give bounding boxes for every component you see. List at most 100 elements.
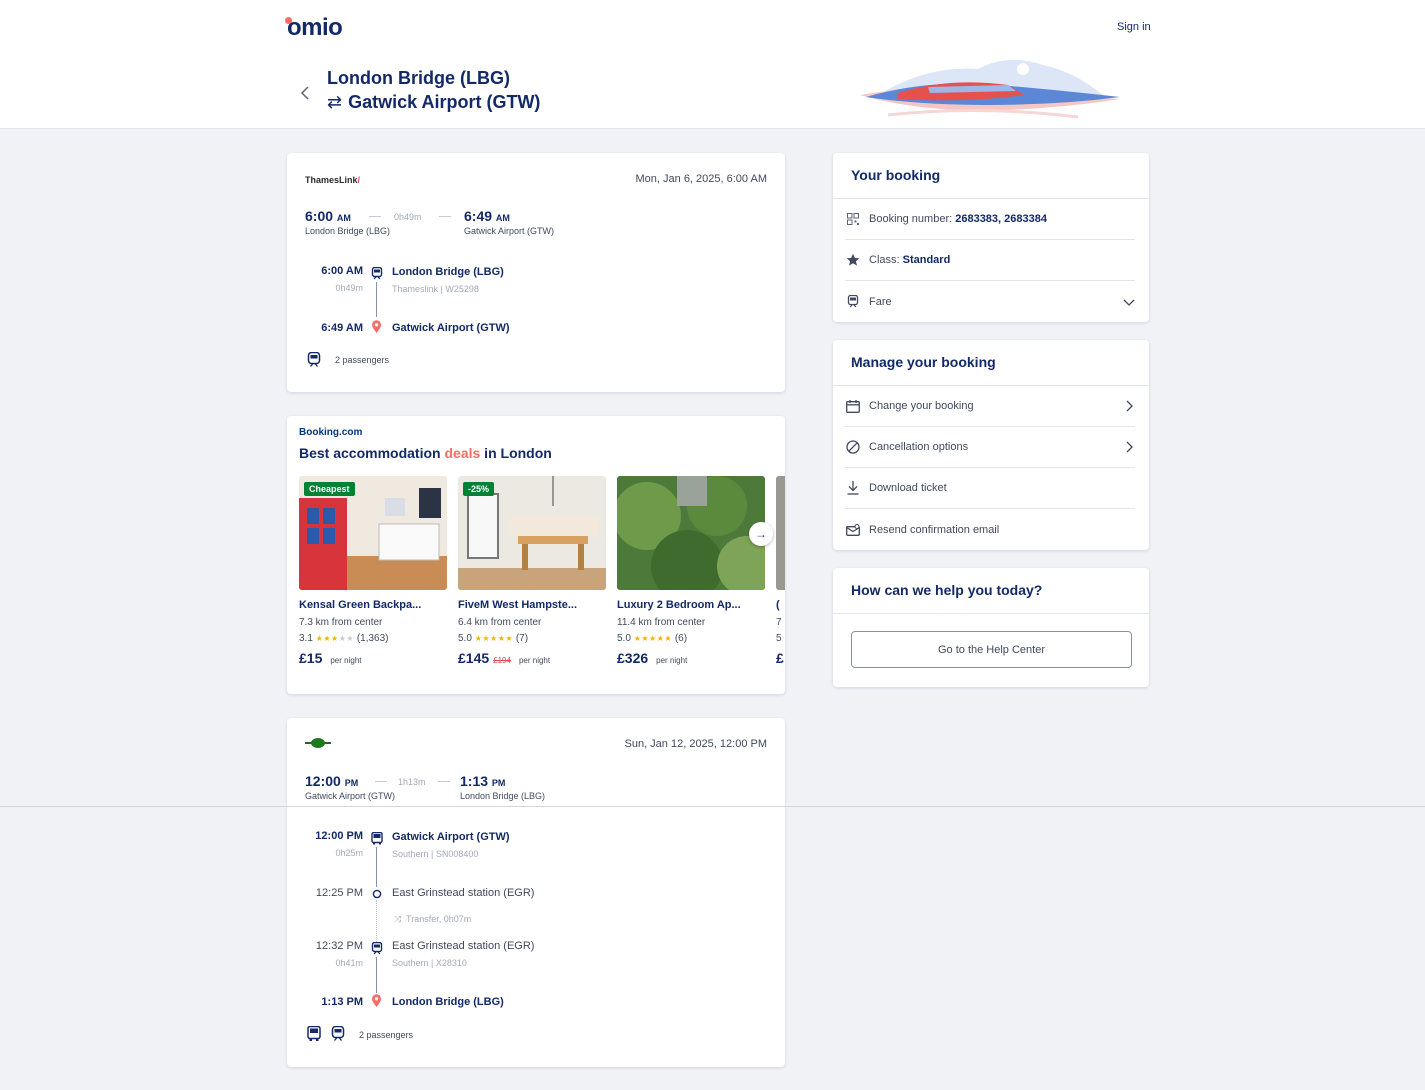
trip-date: Sun, Jan 12, 2025, 12:00 PM	[624, 738, 768, 750]
rating-stars-icon: ★★★★★	[315, 634, 355, 643]
cancellation-row[interactable]: Cancellation options	[845, 427, 1135, 468]
download-ticket-row[interactable]: Download ticket	[845, 468, 1135, 509]
leg-departure-time: 6:00 AM	[321, 265, 363, 277]
logo-dot-icon	[285, 17, 292, 24]
leg-arrival-time: 12:25 PM	[315, 887, 363, 899]
back-chevron-icon[interactable]	[300, 84, 310, 105]
carousel-next-button[interactable]: →	[749, 522, 773, 546]
chevron-right-icon	[1126, 400, 1133, 412]
price-value: £145	[458, 650, 490, 666]
timeline-line	[376, 847, 377, 887]
summary-dash	[369, 216, 381, 217]
hotel-name: Luxury 2 Bedroom Ap...	[617, 599, 741, 611]
title-deal: deals	[444, 445, 481, 461]
hotel-card[interactable]: Luxury 2 Bedroom Ap... 11.4 km from cent…	[617, 476, 765, 666]
route-destination: ⇄ Gatwick Airport (GTW)	[327, 92, 540, 113]
leg-duration: 0h49m	[335, 283, 363, 293]
departure-time: 12:00 PM	[305, 773, 358, 789]
hotel-distance: 11.4 km from center	[617, 617, 706, 628]
original-price: £194	[493, 656, 511, 665]
price-per-night: per night	[518, 656, 551, 665]
fare-row[interactable]: Fare	[845, 281, 1135, 322]
class-label: Class:	[869, 254, 903, 266]
leg-departure-time: 12:00 PM	[315, 830, 363, 842]
southern-logo	[305, 738, 331, 748]
passenger-count: 2 passengers	[359, 1030, 414, 1040]
train-icon	[845, 294, 861, 310]
trip-duration: 0h49m	[394, 212, 422, 222]
your-booking-card: Your booking Booking number: 2683383, 26…	[833, 153, 1149, 322]
leg-departure-time: 12:32 PM	[315, 940, 363, 952]
timeline-line	[376, 957, 377, 993]
fare-label: Fare	[869, 295, 892, 308]
resend-email-label: Resend confirmation email	[869, 523, 1000, 536]
chevron-down-icon[interactable]	[1123, 296, 1135, 308]
swap-arrows-icon: ⇄	[327, 92, 343, 112]
resend-email-row[interactable]: Resend confirmation email	[845, 509, 1135, 550]
cancellation-label: Cancellation options	[869, 441, 969, 453]
download-icon	[845, 480, 861, 496]
arrow-right-icon: →	[755, 527, 767, 541]
leg-arrival-station: Gatwick Airport (GTW)	[392, 322, 510, 334]
shuffle-icon: ⤨	[394, 914, 402, 924]
hotel-image	[776, 476, 785, 590]
star-icon	[845, 252, 861, 268]
trip-duration: 1h13m	[398, 777, 426, 787]
booking-number-label: Booking number:	[869, 213, 956, 225]
departure-ampm: AM	[336, 213, 351, 223]
arrival-station: London Bridge (LBG)	[460, 791, 546, 801]
arrival-ampm: PM	[491, 778, 506, 788]
arrival-time-value: 6:49	[464, 208, 493, 224]
calendar-icon	[845, 398, 861, 414]
change-booking-label: Change your booking	[869, 400, 974, 412]
leg-duration: 0h41m	[335, 958, 363, 968]
train-icon	[371, 942, 383, 955]
train-illustration	[860, 59, 1120, 119]
stop-circle-icon	[372, 889, 382, 899]
transfer-text: Transfer, 0h07m	[406, 914, 472, 924]
arrival-time-value: 1:13	[460, 773, 489, 789]
train-icon	[331, 1026, 345, 1041]
review-count: (1,363)	[356, 633, 389, 644]
hotel-distance: 6.4 km from center	[458, 617, 542, 628]
booking-com-logo: Booking.com	[299, 427, 363, 438]
download-ticket-label: Download ticket	[869, 482, 947, 494]
help-center-button[interactable]: Go to the Help Center	[851, 631, 1132, 668]
hotel-rating: 5.0 ★★★★★ (7)	[458, 633, 606, 644]
thameslink-logo: ThamesLink/	[305, 175, 361, 185]
class-text: Class: Standard	[869, 254, 1135, 266]
hotel-price: £326 per night	[617, 650, 765, 666]
arrival-ampm: AM	[495, 213, 510, 223]
hotel-card-partial[interactable]: ( 7 5 £	[776, 476, 785, 666]
price-value: £326	[617, 650, 649, 666]
accommodation-title: Best accommodation deals in London	[299, 445, 552, 461]
passenger-count: 2 passengers	[335, 355, 390, 365]
leg-arrival-station: East Grinstead station (EGR)	[392, 887, 535, 899]
page-divider	[0, 806, 1425, 807]
return-trip-card[interactable]: Sun, Jan 12, 2025, 12:00 PM 12:00 PM Gat…	[287, 718, 785, 1067]
route-destination-label: Gatwick Airport (GTW)	[348, 92, 541, 112]
price-per-night: per night	[656, 656, 688, 665]
manage-booking-card: Manage your booking Change your booking …	[833, 340, 1149, 550]
hotel-name: FiveM West Hampste...	[458, 599, 577, 611]
omio-logo[interactable]: omio	[285, 14, 343, 42]
rating-score: 5.0	[617, 633, 631, 644]
hotel-price: £	[776, 650, 784, 666]
logo-text: omio	[287, 14, 343, 41]
page-header: omio Sign in London Bridge (LBG) ⇄ Gatwic…	[0, 0, 1425, 129]
hotel-image	[617, 476, 765, 590]
hotel-card[interactable]: -25% FiveM West Hampste... 6.4 km from c…	[458, 476, 606, 666]
sign-in-link[interactable]: Sign in	[1117, 21, 1151, 33]
hotel-badge: Cheapest	[304, 482, 355, 496]
arrival-time: 6:49 AM	[464, 208, 510, 224]
price-value: £15	[299, 650, 323, 666]
outbound-trip-card[interactable]: ThamesLink/ Mon, Jan 6, 2025, 6:00 AM 6:…	[287, 153, 785, 392]
your-booking-title: Your booking	[851, 167, 941, 183]
email-resend-icon	[845, 522, 861, 538]
hotel-badge: -25%	[463, 482, 495, 496]
transfer-line	[376, 900, 377, 942]
change-booking-row[interactable]: Change your booking	[845, 386, 1135, 427]
hotel-card[interactable]: Cheapest Kensal Green Backpa... 7.3 km f…	[299, 476, 447, 666]
card-divider	[833, 613, 1149, 614]
chevron-right-icon	[1126, 441, 1133, 453]
